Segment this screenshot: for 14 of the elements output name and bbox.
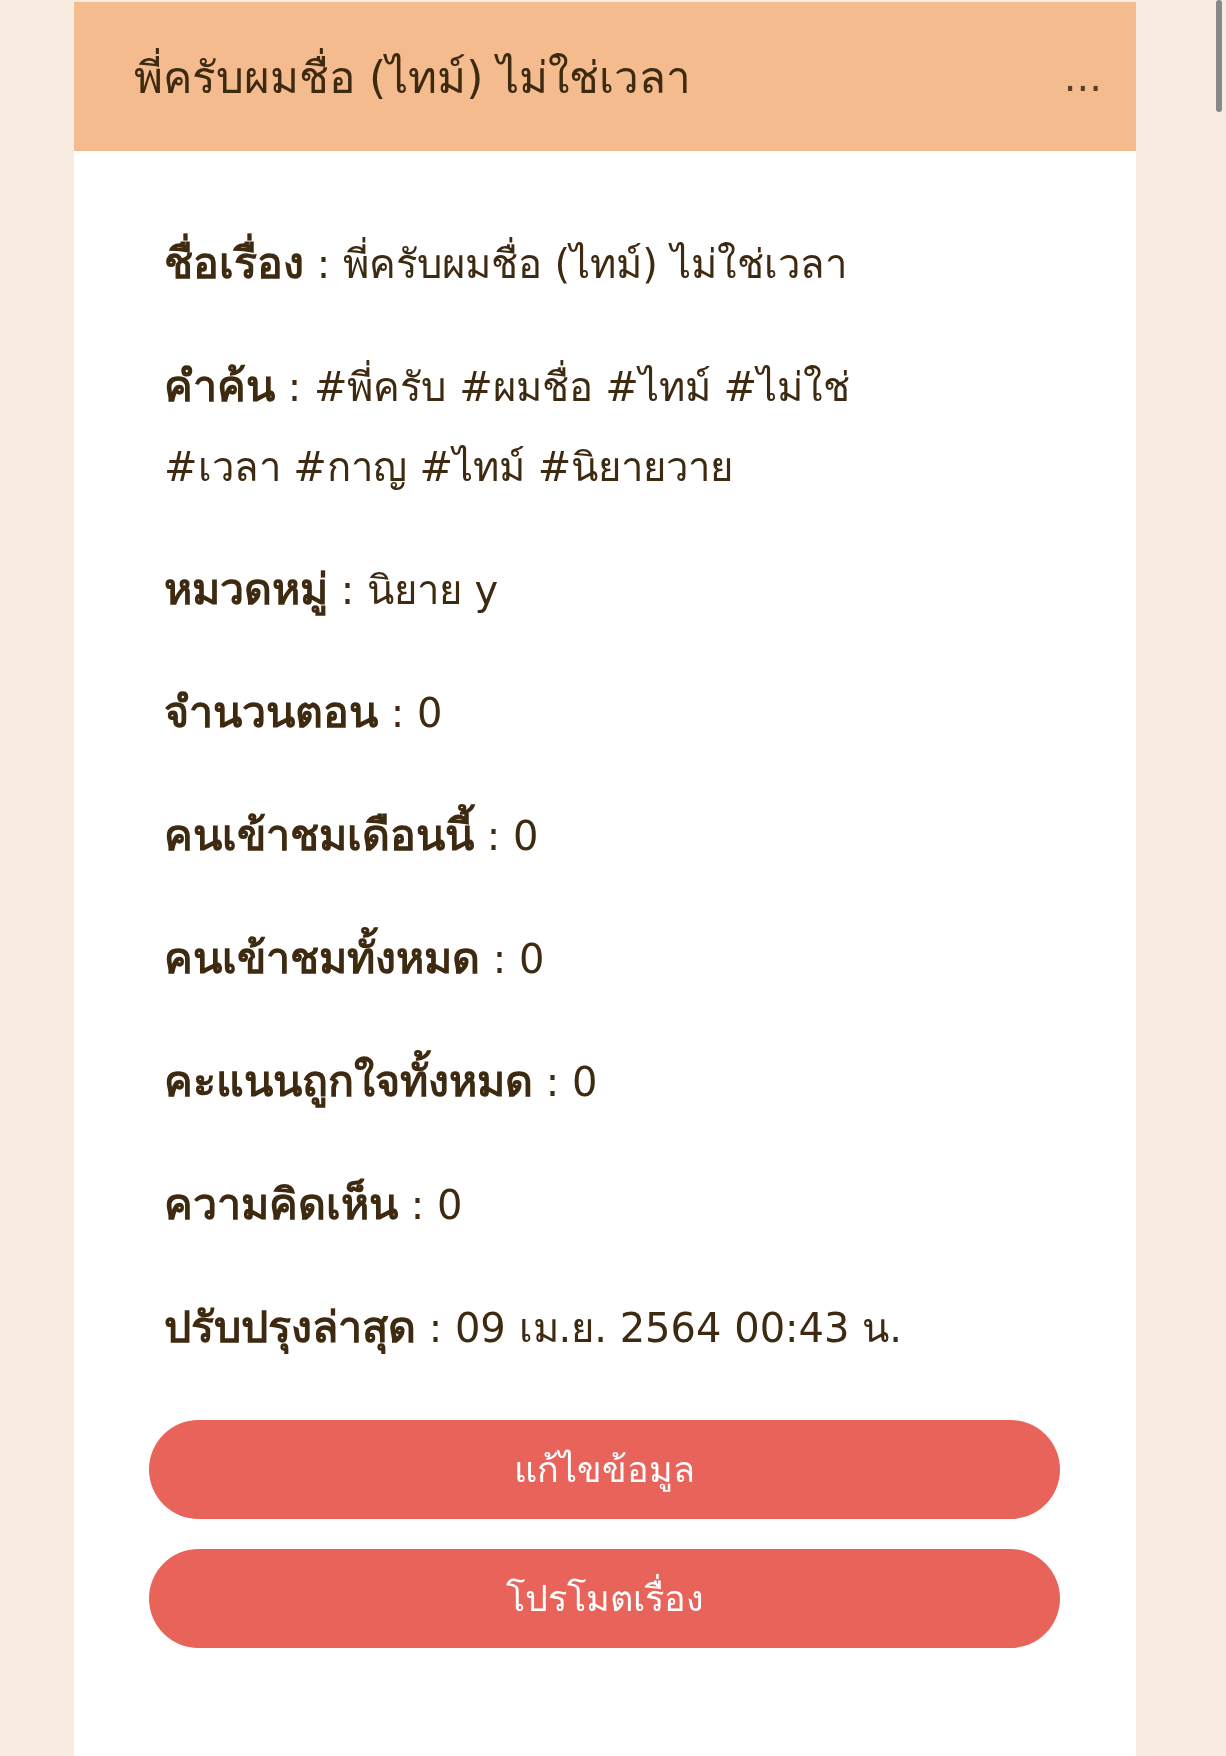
detail-line: คนเข้าชมทั้งหมด : 0 <box>164 918 914 999</box>
page-title: พี่ครับผมชื่อ (ไทม์) ไม่ใช่เวลา <box>134 41 692 112</box>
detail-line: คำค้น : #พี่ครับ #ผมชื่อ #ไทม์ #ไม่ใช่ #เวลา #กาญ #ไทม์ #นิยายวาย <box>164 359 852 492</box>
detail-line: คนเข้าชมเดือนนี้ : 0 <box>164 795 914 876</box>
scrollbar[interactable] <box>1216 0 1222 112</box>
detail-line: ความคิดเห็น : 0 <box>164 1177 464 1231</box>
detail-line: คะแนนถูกใจทั้งหมด : 0 <box>164 1041 914 1122</box>
more-menu-button[interactable]: ... <box>1063 53 1102 100</box>
detail-line: ปรับปรุงล่าสุด : 09 เม.ย. 2564 00:43 น. <box>164 1301 903 1356</box>
detail-line: ชื่อเรื่อง : พี่ครับผมชื่อ (ไทม์) ไม่ใช่เวลา <box>164 223 914 304</box>
edit-info-button[interactable]: แก้ไขข้อมูล <box>149 1420 1060 1519</box>
detail-line: จำนวนตอน : 0 <box>164 686 444 739</box>
promote-story-button[interactable]: โปรโมตเรื่อง <box>149 1549 1060 1648</box>
detail-line: หมวดหมู่ : นิยาย y <box>164 563 500 618</box>
